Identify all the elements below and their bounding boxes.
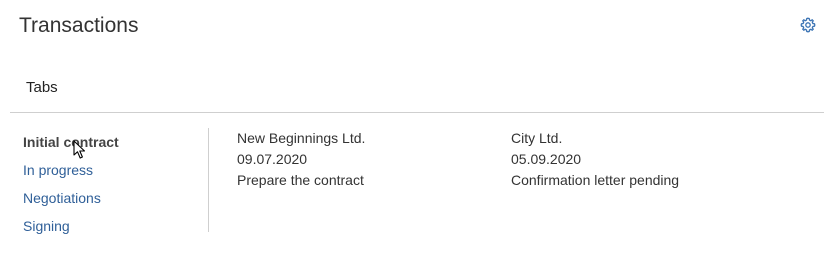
divider xyxy=(10,112,824,113)
tabs-separator xyxy=(208,128,209,232)
page-title: Transactions xyxy=(19,14,139,37)
deal-status: Confirmation letter pending xyxy=(511,172,680,188)
deal-company: City Ltd. xyxy=(511,130,563,146)
deal-card[interactable]: City Ltd. 05.09.2020 Confirmation letter… xyxy=(511,128,679,191)
tab-list: Initial contract In progress Negotiation… xyxy=(23,128,119,240)
deal-date: 05.09.2020 xyxy=(511,151,582,167)
tab-initial-contract[interactable]: Initial contract xyxy=(23,128,119,156)
deal-card[interactable]: New Beginnings Ltd. 09.07.2020 Prepare t… xyxy=(237,128,365,191)
settings-button[interactable] xyxy=(800,17,816,33)
tab-signing[interactable]: Signing xyxy=(23,212,119,240)
gear-icon xyxy=(800,17,816,33)
deal-company: New Beginnings Ltd. xyxy=(237,130,366,146)
deal-date: 09.07.2020 xyxy=(237,151,308,167)
transactions-widget: Transactions Tabs Initial contract In pr… xyxy=(0,0,828,278)
section-title: Tabs xyxy=(26,79,58,96)
tab-in-progress[interactable]: In progress xyxy=(23,156,119,184)
tab-negotiations[interactable]: Negotiations xyxy=(23,184,119,212)
deal-status: Prepare the contract xyxy=(237,172,364,188)
